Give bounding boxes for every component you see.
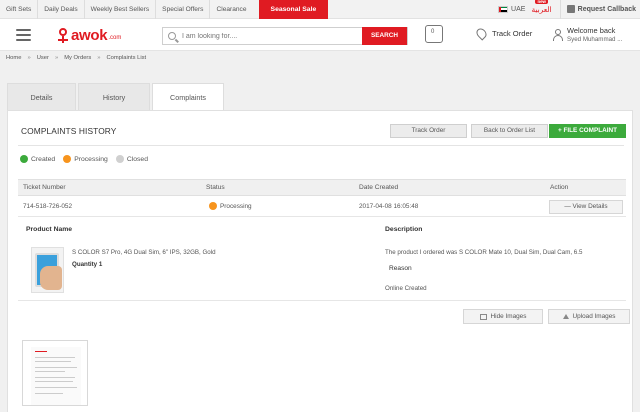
track-order-label: Track Order <box>492 29 533 38</box>
topbar-link-clearance[interactable]: Clearance <box>210 0 252 19</box>
description-label: Description <box>385 226 423 233</box>
topbar-link-special-offers[interactable]: Special Offers <box>156 0 211 19</box>
legend-processing: Processing <box>74 155 108 163</box>
tab-complaints[interactable]: Complaints <box>152 83 224 111</box>
complaint-detail: Product Name Description S COLOR S7 Pro,… <box>18 218 630 338</box>
created-dot-icon <box>20 155 28 163</box>
view-details-button[interactable]: — View Details <box>549 200 623 214</box>
date-created: 2017-04-08 16:05:48 <box>359 203 419 210</box>
language-switch[interactable]: new العربية <box>531 0 552 14</box>
product-quantity: Quantity 1 <box>72 261 103 268</box>
search-button[interactable]: SEARCH <box>362 27 407 45</box>
search-bar: SEARCH <box>162 27 408 45</box>
attachment-thumbnail[interactable] <box>22 340 88 406</box>
page-title: COMPLAINTS HISTORY <box>21 126 117 136</box>
product-name: S COLOR S7 Pro, 4G Dual Sim, 6" IPS, 32G… <box>72 249 216 256</box>
language-label: العربية <box>531 4 552 14</box>
menu-icon[interactable] <box>16 29 31 41</box>
upload-icon <box>562 314 569 319</box>
search-icon <box>168 32 176 40</box>
username: Syed Muhammad ... <box>567 36 623 43</box>
track-order-link[interactable]: Track Order <box>474 26 533 41</box>
closed-dot-icon <box>115 155 124 163</box>
breadcrumb-my-orders[interactable]: My Orders <box>64 55 91 61</box>
complaint-description: The product I ordered was S COLOR Mate 1… <box>385 249 583 256</box>
table-header: Ticket Number Status Date Created Action <box>18 179 626 196</box>
order-tabs: Details History Complaints <box>7 83 226 111</box>
status-text: Processing <box>220 203 252 210</box>
tab-history[interactable]: History <box>78 83 150 111</box>
top-bar: Gift Sets Daily Deals Weekly Best Seller… <box>0 0 640 19</box>
request-callback-button[interactable]: Request Callback <box>559 0 640 19</box>
complaints-panel: COMPLAINTS HISTORY Track Order Back to O… <box>7 110 633 412</box>
upload-images-button[interactable]: Upload Images <box>548 309 630 324</box>
request-callback-label: Request Callback <box>577 5 636 13</box>
divider <box>18 300 626 301</box>
reason-label: Reason <box>389 265 412 272</box>
topbar-link-weekly-best-sellers[interactable]: Weekly Best Sellers <box>85 0 157 19</box>
hide-images-button[interactable]: Hide Images <box>463 309 543 324</box>
breadcrumb: Home» User» My Orders» Complaints List <box>6 55 147 61</box>
site-header: awok .com SEARCH 0 Track Order Welcome b… <box>0 19 640 51</box>
status-legend: Created Processing Closed <box>20 155 156 163</box>
breadcrumb-home[interactable]: Home <box>6 55 21 61</box>
status-badge: Processing <box>209 202 252 210</box>
new-badge: new <box>535 0 548 4</box>
topbar-link-daily-deals[interactable]: Daily Deals <box>38 0 85 19</box>
topbar-right: UAE new العربية Request Callback <box>498 0 640 19</box>
location-pin-icon <box>474 26 489 41</box>
processing-dot-icon <box>63 155 72 163</box>
country-selector[interactable]: UAE <box>511 6 525 13</box>
logo-word: awok <box>71 27 108 44</box>
back-to-order-list-button[interactable]: Back to Order List <box>471 124 548 138</box>
cart-icon[interactable]: 0 <box>425 25 443 43</box>
welcome-text: Welcome back <box>567 26 616 35</box>
online-created-text: Online Created <box>385 285 427 292</box>
product-image <box>31 247 64 293</box>
document-image <box>31 347 81 405</box>
ticket-number: 714-518-726-052 <box>23 203 73 210</box>
topbar-link-gift-sets[interactable]: Gift Sets <box>0 0 39 19</box>
cart-count: 0 <box>431 29 435 35</box>
table-row: 714-518-726-052 Processing 2017-04-08 16… <box>18 197 626 217</box>
phone-icon <box>566 5 575 13</box>
legend-created: Created <box>31 155 56 163</box>
user-icon <box>553 28 563 41</box>
user-menu[interactable]: Welcome back Syed Muhammad ... <box>553 26 622 43</box>
awok-logo[interactable]: awok .com <box>57 27 121 44</box>
awok-mark-icon <box>57 27 69 44</box>
breadcrumb-user[interactable]: User <box>37 55 49 61</box>
processing-dot-icon <box>209 202 217 210</box>
uae-flag-icon <box>498 5 509 13</box>
column-action: Action <box>550 184 569 191</box>
breadcrumb-complaints-list: Complaints List <box>106 55 147 61</box>
search-input[interactable] <box>182 32 352 40</box>
tab-details[interactable]: Details <box>7 83 76 111</box>
product-name-label: Product Name <box>26 226 73 233</box>
upload-images-label: Upload Images <box>572 313 616 320</box>
column-ticket-number: Ticket Number <box>23 184 66 191</box>
file-complaint-button[interactable]: + FILE COMPLAINT <box>549 124 626 138</box>
image-icon <box>479 313 487 320</box>
column-status: Status <box>206 184 225 191</box>
divider <box>18 145 624 146</box>
column-date-created: Date Created <box>359 184 399 191</box>
hide-images-label: Hide Images <box>490 313 527 320</box>
legend-closed: Closed <box>126 155 148 163</box>
track-order-button[interactable]: Track Order <box>390 124 467 138</box>
seasonal-sale-link[interactable]: Seasonal Sale <box>258 0 329 19</box>
logo-suffix: .com <box>108 35 122 41</box>
